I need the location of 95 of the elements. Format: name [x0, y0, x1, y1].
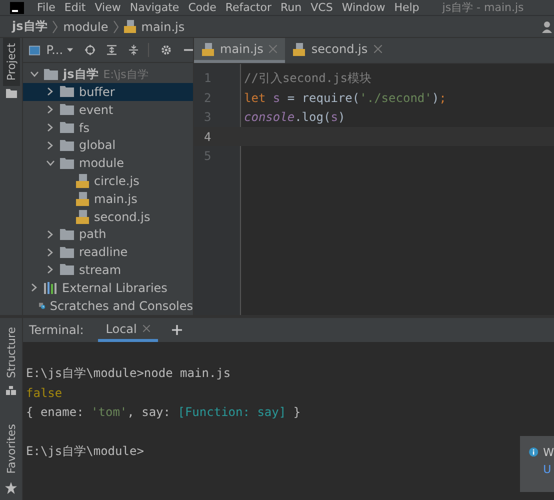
- code-line: let s = require('./second');: [244, 90, 446, 105]
- tree-item-label: stream: [79, 262, 122, 277]
- structure-tool-tab[interactable]: Structure: [2, 322, 20, 384]
- tree-item[interactable]: module: [23, 154, 193, 172]
- notification-link[interactable]: U: [543, 463, 554, 476]
- editor-tab[interactable]: second.js: [285, 38, 390, 64]
- tree-item-label: second.js: [94, 210, 150, 224]
- folder-icon: [44, 68, 58, 80]
- tree-item[interactable]: External Libraries: [23, 278, 193, 297]
- tree-item[interactable]: circle.js: [23, 172, 193, 190]
- terminal-line: E:\js自学\module>: [26, 442, 144, 460]
- menu-item[interactable]: File: [37, 1, 56, 14]
- menu-item[interactable]: Help: [394, 1, 420, 14]
- project-path: E:\js自学: [103, 66, 148, 82]
- tree-item-label: event: [79, 102, 114, 117]
- js-file-icon: [76, 192, 89, 206]
- breadcrumb-item[interactable]: module: [63, 20, 108, 34]
- terminal-label: Terminal:: [29, 323, 84, 338]
- js-file-icon: [76, 174, 89, 188]
- folder-icon: [60, 104, 74, 116]
- tree-item-label: Scratches and Consoles: [50, 298, 193, 313]
- menu-item[interactable]: Run: [280, 1, 302, 14]
- tree-item-label: readline: [79, 245, 128, 260]
- tree-item[interactable]: buffer: [23, 83, 193, 101]
- tree-item-label: main.js: [94, 192, 138, 206]
- folder-icon: [60, 246, 74, 258]
- window-title: js自学 - main.js: [442, 0, 524, 15]
- minimize-icon[interactable]: [184, 49, 193, 52]
- menu-item[interactable]: Code: [188, 1, 216, 14]
- editor-tab[interactable]: main.js: [194, 38, 286, 64]
- tree-item-label: External Libraries: [62, 280, 168, 295]
- close-icon[interactable]: [374, 45, 382, 54]
- code-line: //引入second.js模块: [244, 70, 372, 87]
- terminal-line: E:\js自学\module>node main.js: [26, 364, 231, 382]
- menu-item[interactable]: View: [94, 1, 121, 14]
- tree-item[interactable]: fs: [23, 118, 193, 136]
- menu-item[interactable]: Window: [342, 1, 386, 14]
- target-icon[interactable]: [85, 44, 96, 56]
- tree-item[interactable]: readline: [23, 243, 193, 262]
- breadcrumb-item[interactable]: main.js: [141, 20, 185, 34]
- dropdown-icon[interactable]: [67, 48, 74, 52]
- info-icon: [529, 446, 538, 458]
- tree-item[interactable]: js自学 E:\js自学: [23, 65, 193, 84]
- project-tool-tab[interactable]: Project: [2, 38, 20, 86]
- chevron-icon: [113, 20, 120, 34]
- js-file-icon: [124, 20, 136, 34]
- tree-item[interactable]: event: [23, 100, 193, 119]
- folder-icon: [6, 88, 16, 98]
- code-line: console.log(s): [244, 110, 346, 124]
- tree-item[interactable]: main.js: [23, 190, 193, 208]
- tree-item[interactable]: Scratches and Consoles: [23, 296, 193, 314]
- add-icon[interactable]: [172, 325, 182, 336]
- library-icon: [44, 282, 57, 294]
- app-logo-icon: [10, 2, 24, 14]
- chevron-icon: [52, 20, 58, 34]
- menu-item[interactable]: Navigate: [130, 1, 180, 14]
- menu-item[interactable]: Edit: [64, 1, 86, 14]
- structure-icon: [6, 386, 16, 396]
- terminal-line: false: [26, 386, 62, 400]
- breadcrumb-item[interactable]: js自学: [12, 18, 48, 36]
- tree-item[interactable]: second.js: [23, 208, 193, 226]
- folder-icon: [60, 140, 74, 151]
- menu-item[interactable]: Refactor: [225, 1, 272, 14]
- user-icon[interactable]: [542, 20, 552, 33]
- folder-icon: [60, 86, 74, 98]
- tree-item-label: circle.js: [94, 174, 140, 188]
- tree-item-label: global: [79, 138, 116, 152]
- tree-item-label: js自学: [63, 66, 98, 83]
- js-file-icon: [202, 42, 214, 56]
- window-icon: [29, 44, 40, 56]
- tree-item[interactable]: global: [23, 136, 193, 154]
- collapse-all-icon[interactable]: [128, 44, 138, 56]
- js-file-icon: [293, 42, 306, 56]
- tree-item[interactable]: stream: [23, 261, 193, 279]
- menu-item[interactable]: VCS: [310, 1, 333, 14]
- panel-title[interactable]: P...: [46, 43, 64, 58]
- folder-icon: [60, 158, 74, 169]
- tree-item-label: module: [79, 156, 124, 170]
- expand-all-icon[interactable]: [107, 44, 117, 56]
- folder-icon: [60, 264, 74, 276]
- tree-item-label: buffer: [79, 84, 115, 99]
- terminal-tab[interactable]: Local: [98, 318, 158, 342]
- line-number: 4: [203, 130, 212, 144]
- js-file-icon: [76, 210, 89, 224]
- terminal-line: { ename: 'tom', say: [Function: say] }: [26, 405, 301, 420]
- folder-icon: [60, 228, 74, 240]
- close-icon[interactable]: [142, 325, 150, 332]
- favorites-tool-tab[interactable]: Favorites: [2, 419, 20, 479]
- tree-item[interactable]: path: [23, 225, 193, 244]
- star-icon: [5, 482, 17, 494]
- notification-title: W: [543, 446, 554, 459]
- folder-icon: [60, 122, 74, 134]
- tree-item-label: fs: [79, 120, 90, 135]
- tree-item-label: path: [79, 227, 106, 242]
- settings-icon[interactable]: [161, 44, 172, 56]
